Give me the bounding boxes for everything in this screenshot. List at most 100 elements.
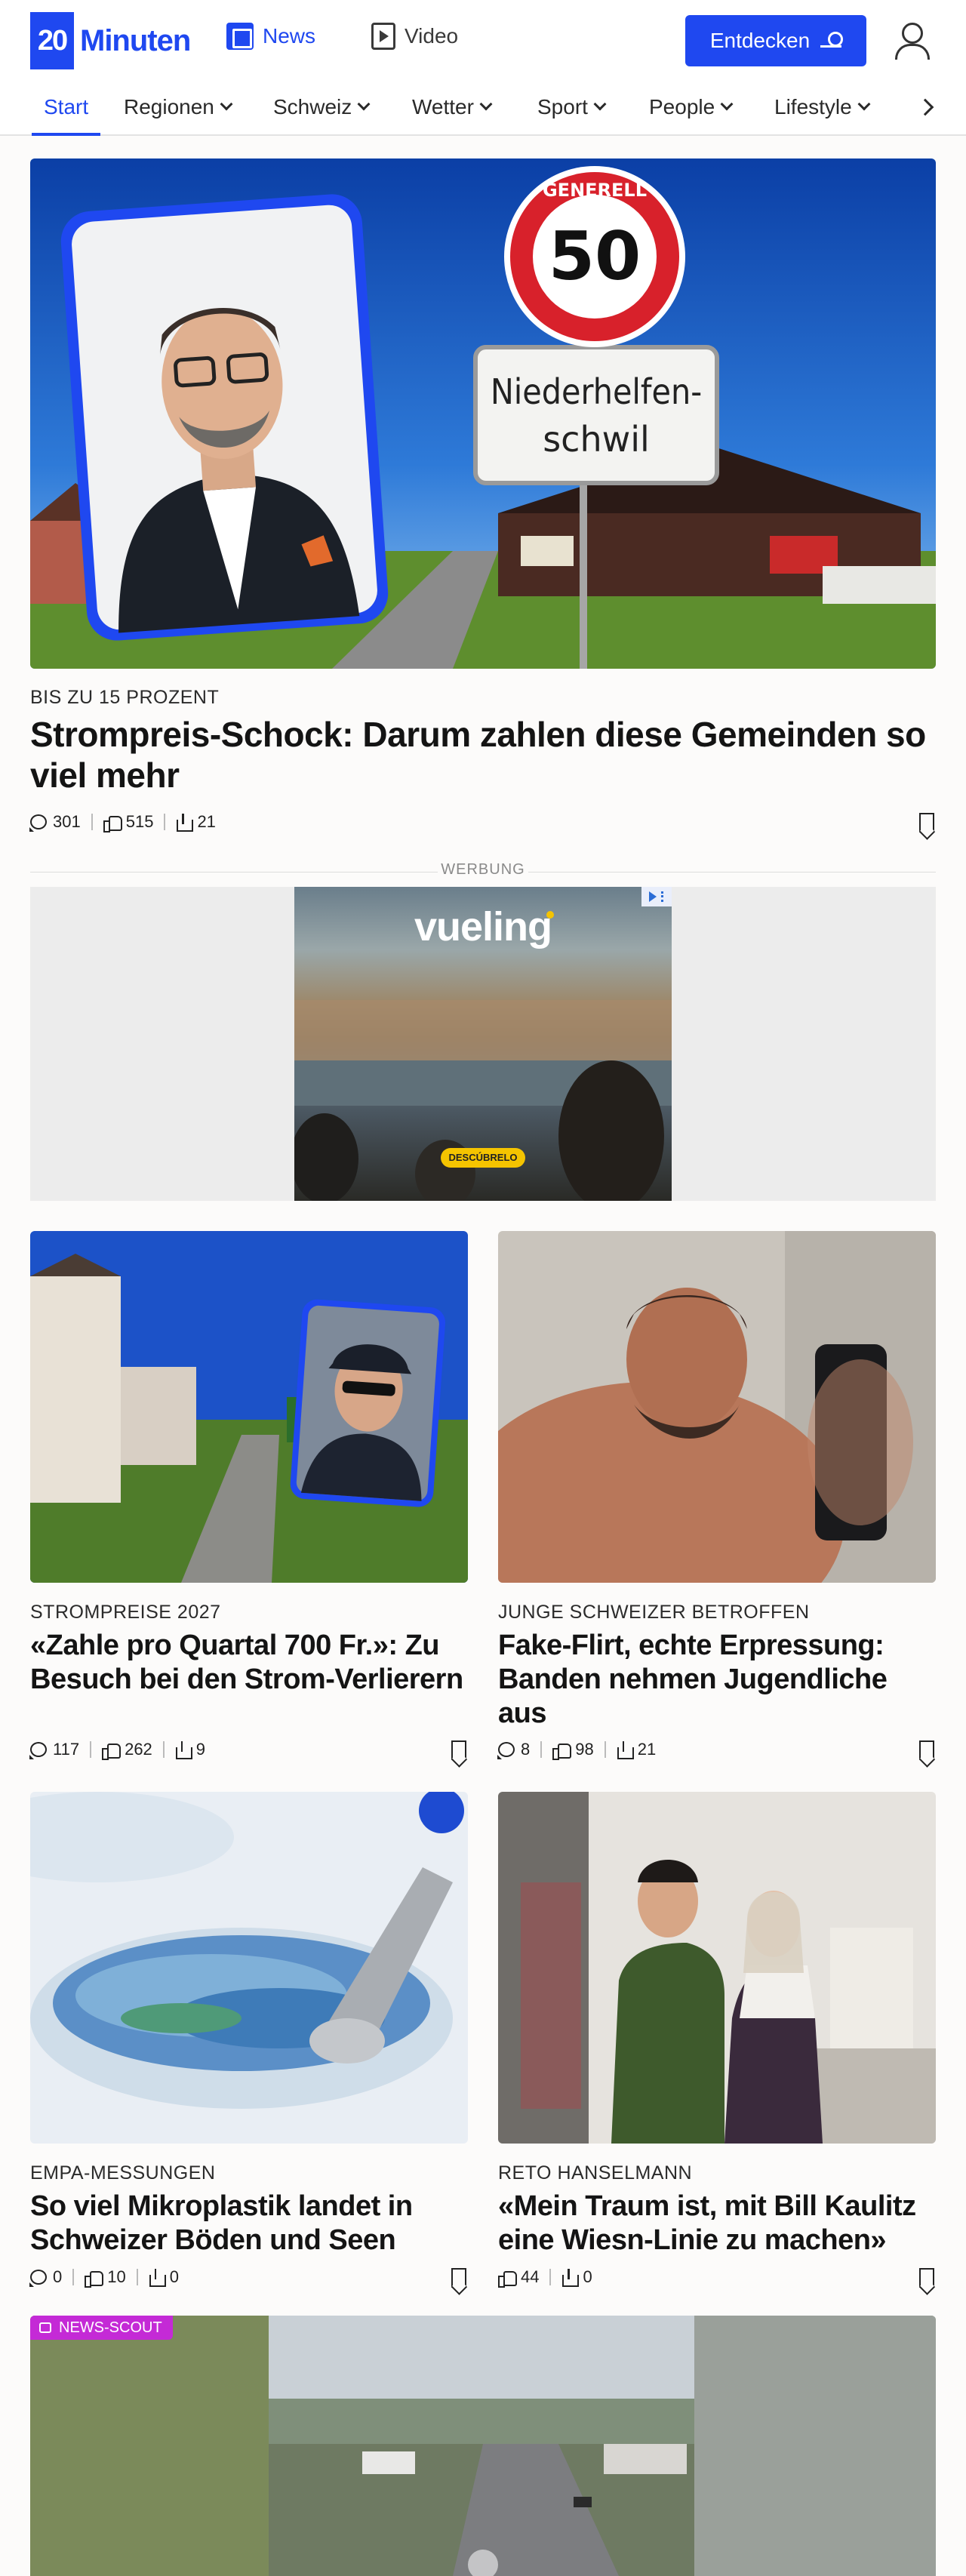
chevron-down-icon [220, 97, 233, 111]
tab-regionen[interactable]: Regionen [124, 78, 233, 136]
logo-text: Minuten [80, 23, 191, 57]
hero-headline[interactable]: Strompreis-Schock: Darum zahlen diese Ge… [30, 714, 936, 796]
ad-label: WERBUNG [441, 861, 525, 878]
tab-label: Regionen [124, 95, 214, 118]
divider [162, 1741, 165, 1758]
play-triangle-icon [649, 891, 657, 902]
nav-news-label: News [263, 24, 316, 48]
article-image[interactable] [498, 1231, 936, 1583]
hero-illustration: 50 GENERELL Niederhelfen- schwil [30, 158, 936, 669]
tab-wetter[interactable]: Wetter [412, 78, 493, 136]
divider [540, 1741, 543, 1758]
news-icon [226, 23, 254, 50]
article-image[interactable] [30, 1231, 468, 1583]
comment-count-value: 301 [53, 812, 81, 831]
divider [72, 2269, 75, 2285]
sign-town-2: schwil [543, 419, 650, 460]
tab-label: Start [44, 95, 89, 118]
ad-cta-button[interactable]: DESCÚBRELO [441, 1148, 525, 1168]
discover-button[interactable]: Entdecken [685, 15, 866, 66]
chevron-right-icon[interactable] [916, 98, 934, 116]
comment-count[interactable]: 117 [29, 1740, 79, 1759]
tab-people[interactable]: People [649, 78, 734, 136]
hero-image[interactable]: 50 GENERELL Niederhelfen- schwil [30, 158, 936, 669]
article-illustration [30, 1792, 468, 2144]
user-icon[interactable] [892, 21, 930, 60]
share-count[interactable]: 0 [561, 2267, 592, 2287]
share-icon [617, 1741, 634, 1759]
like-count-value: 98 [575, 1740, 594, 1759]
bookmark-icon[interactable] [919, 813, 934, 833]
chevron-down-icon [357, 97, 371, 111]
comment-count[interactable]: 301 [29, 812, 81, 832]
tab-lifestyle[interactable]: Lifestyle [774, 78, 871, 136]
share-count[interactable]: 0 [149, 2267, 179, 2287]
divider [91, 814, 93, 830]
share-count[interactable]: 9 [175, 1740, 205, 1759]
comment-icon [29, 1742, 47, 1759]
article-headline[interactable]: Fake-Flirt, echte Erpressung: Banden neh… [498, 1629, 936, 1730]
article-headline[interactable]: «Zahle pro Quartal 700 Fr.»: Zu Besuch b… [30, 1629, 468, 1697]
video-still [30, 2316, 936, 2576]
article-image[interactable] [498, 1792, 936, 2144]
comment-count[interactable]: 8 [497, 1740, 531, 1759]
tab-schweiz[interactable]: Schweiz [273, 78, 371, 136]
hero-kicker: BIS ZU 15 PROZENT [30, 687, 220, 708]
article-illustration [498, 1231, 936, 1583]
article-headline[interactable]: «Mein Traum ist, mit Bill Kaulitz eine W… [498, 2190, 936, 2257]
bookmark-icon[interactable] [919, 2268, 934, 2288]
divider [90, 1741, 92, 1758]
chevron-down-icon [857, 97, 871, 111]
discover-label: Entdecken [709, 29, 811, 52]
divider [604, 1741, 606, 1758]
badge-label: NEWS-SCOUT [59, 2319, 162, 2336]
video-icon [371, 23, 395, 50]
comment-icon [29, 814, 47, 832]
tab-label: Wetter [412, 95, 474, 118]
article-stats: 0 10 0 [29, 2267, 179, 2288]
tab-label: Schweiz [273, 95, 352, 118]
divider [136, 2269, 138, 2285]
comment-count-value: 8 [521, 1740, 531, 1759]
thumbs-up-icon [102, 1742, 122, 1760]
news-scout-badge: NEWS-SCOUT [30, 2316, 173, 2340]
article-kicker: EMPA-MESSUNGEN [30, 2162, 216, 2184]
divider [549, 2269, 552, 2285]
article-kicker: RETO HANSELMANN [498, 2162, 693, 2184]
like-count[interactable]: 262 [102, 1740, 152, 1760]
like-count[interactable]: 44 [498, 2267, 539, 2288]
bookmark-icon[interactable] [451, 2268, 466, 2288]
more-icon [661, 891, 664, 902]
share-count[interactable]: 21 [176, 812, 216, 832]
share-icon [561, 2269, 580, 2287]
bookmark-icon[interactable] [919, 1740, 934, 1760]
logo[interactable]: 20 Minuten [30, 12, 191, 69]
divider [164, 814, 166, 830]
category-nav: Start Regionen Schweiz Wetter Sport Peop… [0, 78, 966, 136]
tab-label: Lifestyle [774, 95, 852, 118]
video-teaser[interactable] [30, 2316, 936, 2576]
like-count[interactable]: 515 [103, 812, 153, 833]
share-count[interactable]: 21 [617, 1740, 656, 1759]
top-bar: 20 Minuten News Video Entdecken [0, 0, 966, 78]
tab-sport[interactable]: Sport [537, 78, 607, 136]
thumbs-up-icon [85, 2270, 104, 2288]
bookmark-icon[interactable] [451, 1740, 466, 1760]
nav-video[interactable]: Video [371, 23, 458, 50]
nav-news[interactable]: News [226, 23, 315, 50]
sign-top: GENERELL [543, 180, 647, 201]
sign-town-1: Niederhelfen- [491, 371, 702, 412]
article-image[interactable] [30, 1792, 468, 2144]
article-headline[interactable]: So viel Mikroplastik landet in Schweizer… [30, 2190, 468, 2257]
sign-speed: 50 [549, 217, 641, 295]
search-icon [820, 32, 844, 50]
tab-start[interactable]: Start [31, 78, 101, 136]
share-count-value: 9 [195, 1740, 206, 1759]
ad-choices-icon[interactable] [641, 887, 672, 906]
comment-count[interactable]: 0 [29, 2267, 62, 2287]
tab-label: People [649, 95, 715, 118]
like-count[interactable]: 10 [85, 2267, 126, 2288]
camera-icon [39, 2322, 51, 2333]
ad-creative[interactable]: vueling DESCÚBRELO [294, 887, 672, 1201]
like-count[interactable]: 98 [552, 1740, 594, 1760]
